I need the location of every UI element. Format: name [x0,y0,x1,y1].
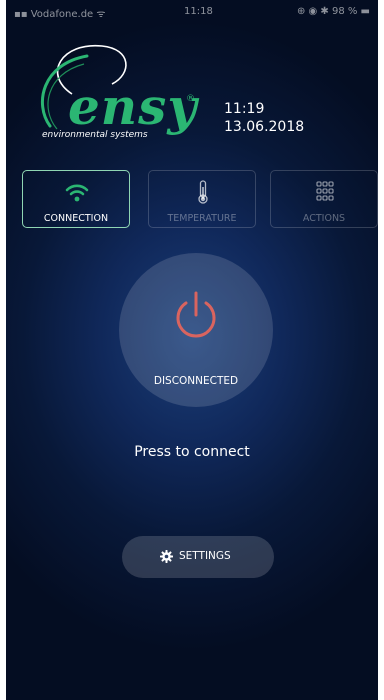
status-time: 11:18 [184,6,213,17]
ensy-logo: ensy ® environmental systems [32,34,202,144]
power-icon [176,291,216,338]
tab-temperature-label: TEMPERATURE [167,213,237,224]
tab-temperature[interactable]: TEMPERATURE [148,170,256,228]
current-time: 11:19 [224,101,265,117]
thermometer-icon [198,180,208,204]
logo-tagline: environmental systems [42,130,148,140]
status-icons: ⊕ ◉ ✱ 98 % ▬ [296,6,370,17]
datetime-display: 11:19 13.06.2018 [224,100,304,136]
settings-button[interactable]: SETTINGS [122,536,274,578]
logo-registered-mark: ® [186,94,195,104]
connection-status: DISCONNECTED [153,375,239,387]
tab-actions[interactable]: ACTIONS [270,170,378,228]
tab-actions-label: ACTIONS [302,213,346,224]
gear-icon [160,550,173,563]
app-screen: ▪▪ Vodafone.de ᯤ 11:18 ⊕ ◉ ✱ 98 % ▬ ensy… [6,0,378,700]
wifi-icon [65,184,89,202]
settings-label: SETTINGS [179,550,231,562]
status-bar: ▪▪ Vodafone.de ᯤ 11:18 ⊕ ◉ ✱ 98 % ▬ [6,0,378,24]
current-date: 13.06.2018 [224,119,305,135]
grid-icon [316,181,334,201]
power-button[interactable]: DISCONNECTED [119,253,273,407]
carrier-label: ▪▪ Vodafone.de ᯤ [14,9,106,20]
tab-connection[interactable]: CONNECTION [22,170,130,228]
logo-wordmark: ensy [68,77,198,136]
tab-connection-label: CONNECTION [43,213,109,224]
connect-hint: Press to connect [134,444,250,460]
